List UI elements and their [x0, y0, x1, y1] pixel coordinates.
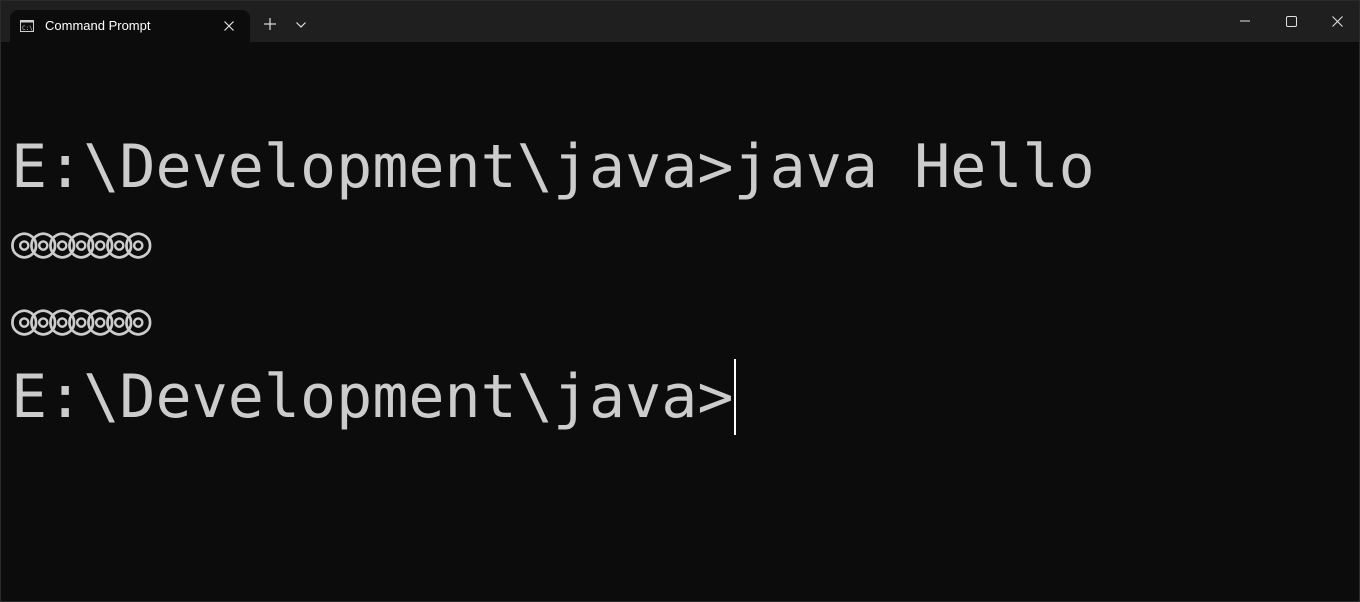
close-icon[interactable] — [1314, 1, 1359, 41]
tab-command-prompt[interactable]: C:\ Command Prompt — [10, 10, 250, 42]
terminal-line: ◎◎◎◎◎◎◎ — [11, 294, 151, 345]
text-cursor — [734, 359, 737, 435]
minimize-icon[interactable] — [1222, 1, 1268, 41]
terminal-line: E:\Development\java>java Hello — [11, 132, 1095, 202]
maximize-icon[interactable] — [1268, 1, 1314, 41]
terminal-window: C:\ Command Prompt E:\Development\java>j… — [0, 0, 1360, 602]
chevron-down-icon[interactable] — [292, 16, 310, 34]
prompt-text: E:\Development\java> — [11, 362, 734, 432]
title-bar[interactable]: C:\ Command Prompt — [1, 1, 1359, 42]
terminal-line: ◎◎◎◎◎◎◎ — [11, 217, 151, 268]
svg-text:C:\: C:\ — [22, 25, 33, 32]
tab-title: Command Prompt — [45, 18, 151, 33]
command-prompt-icon: C:\ — [20, 19, 34, 32]
close-tab-icon[interactable] — [220, 17, 238, 35]
terminal-output[interactable]: E:\Development\java>java Hello ◎◎◎◎◎◎◎ ◎… — [11, 129, 1351, 599]
terminal-prompt-line: E:\Development\java> — [11, 359, 737, 435]
plus-icon[interactable] — [261, 15, 279, 33]
